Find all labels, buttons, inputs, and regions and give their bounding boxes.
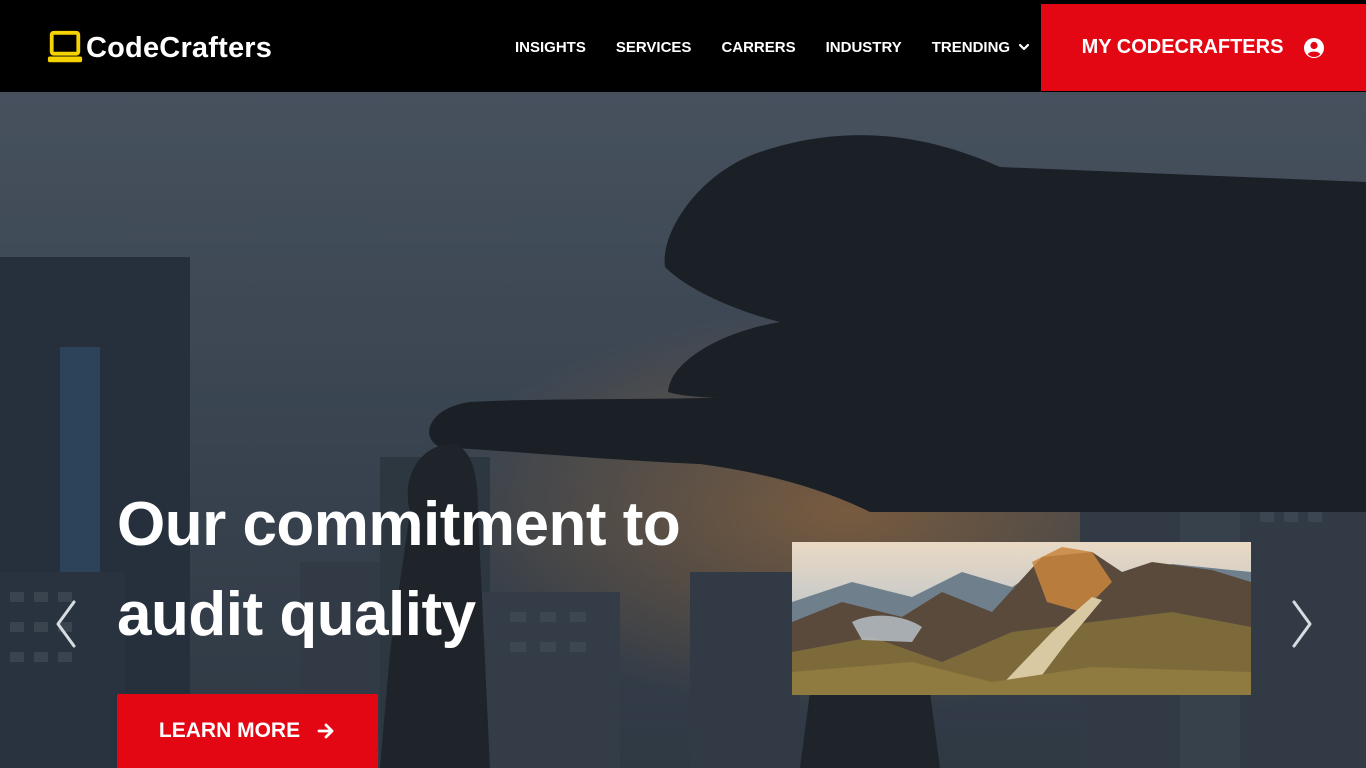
- my-codecrafters-button[interactable]: MY CODECRAFTERS: [1041, 4, 1366, 91]
- nav-item-label: TRENDING: [931, 38, 1011, 56]
- learn-more-button[interactable]: LEARN MORE: [117, 694, 378, 768]
- learn-more-label: LEARN MORE: [158, 719, 301, 742]
- brand-logo[interactable]: CodeCrafters: [46, 28, 272, 68]
- main-menu: INSIGHTS SERVICES CARRERS INDUSTRY TREND…: [500, 36, 1045, 58]
- nav-item-label: INDUSTRY: [825, 38, 902, 56]
- nav-item-label: SERVICES: [615, 38, 692, 56]
- nav-item-label: INSIGHTS: [515, 38, 586, 56]
- chevron-left-icon[interactable]: [52, 598, 80, 650]
- nav-item-carrers[interactable]: CARRERS: [706, 36, 810, 58]
- arrow-right-icon: [317, 723, 334, 739]
- user-circle-icon: [1304, 37, 1325, 58]
- nav-item-services[interactable]: SERVICES: [601, 36, 707, 58]
- top-navbar: CodeCrafters INSIGHTS SERVICES CARRERS I…: [0, 0, 1366, 92]
- hero-carousel: Our commitment to audit quality LEARN MO…: [0, 92, 1366, 768]
- mountain-trail-image[interactable]: [792, 542, 1251, 695]
- chevron-right-icon[interactable]: [1288, 598, 1316, 650]
- hero-headline: Our commitment to audit quality: [117, 490, 681, 649]
- nav-item-insights[interactable]: INSIGHTS: [500, 36, 601, 58]
- nav-item-trending[interactable]: TRENDING: [917, 36, 1045, 58]
- nav-item-industry[interactable]: INDUSTRY: [811, 36, 917, 58]
- chevron-down-icon: [1018, 43, 1030, 51]
- laptop-icon: [47, 30, 83, 63]
- nav-item-label: CARRERS: [721, 38, 796, 56]
- brand-name: CodeCrafters: [86, 31, 273, 64]
- account-label: MY CODECRAFTERS: [1081, 36, 1284, 58]
